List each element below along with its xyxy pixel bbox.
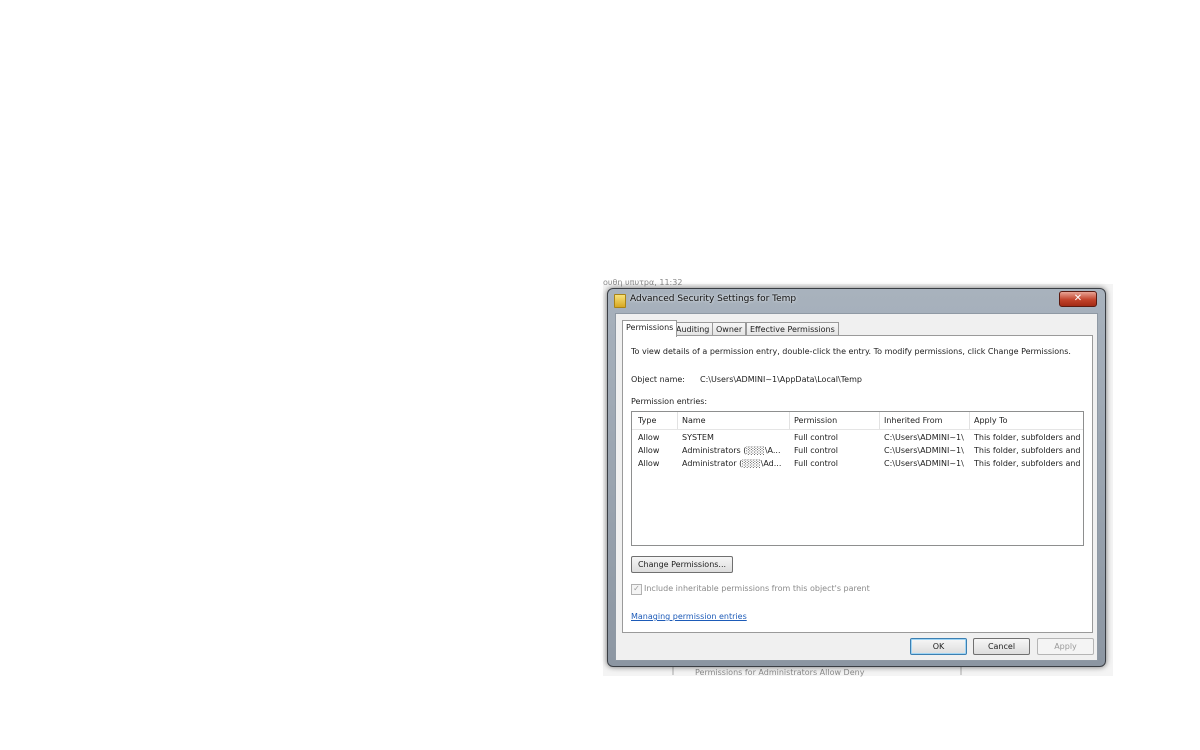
cell-permission: Full control — [794, 433, 838, 442]
column-divider[interactable] — [969, 412, 970, 429]
column-divider[interactable] — [879, 412, 880, 429]
dialog-body: Permissions Auditing Owner Effective Per… — [615, 313, 1098, 661]
tab-effective-permissions[interactable]: Effective Permissions — [746, 322, 839, 336]
column-divider[interactable] — [677, 412, 678, 429]
column-header-apply-to[interactable]: Apply To — [974, 416, 1080, 425]
list-header: Type Name Permission Inherited From Appl… — [632, 412, 1083, 430]
tab-permissions[interactable]: Permissions — [622, 320, 678, 337]
cell-permission: Full control — [794, 446, 838, 455]
info-text: To view details of a permission entry, d… — [631, 347, 1071, 356]
object-name-value: C:\Users\ADMINI~1\AppData\Local\Temp — [700, 375, 862, 384]
cell-name: SYSTEM — [682, 433, 714, 442]
apply-button[interactable]: Apply — [1037, 638, 1094, 655]
cell-type: Allow — [638, 433, 660, 442]
column-header-permission[interactable]: Permission — [794, 416, 878, 425]
object-name-label: Object name: — [631, 375, 685, 384]
managing-permissions-link[interactable]: Managing permission entries — [631, 612, 747, 621]
cell-name: Administrator (░░░\Ad... — [682, 459, 782, 468]
cell-inherited-from: C:\Users\ADMINI~1\ — [884, 459, 964, 468]
column-header-type[interactable]: Type — [638, 416, 676, 425]
column-header-inherited-from[interactable]: Inherited From — [884, 416, 968, 425]
cell-permission: Full control — [794, 459, 838, 468]
cell-name: Administrators (░░░\A... — [682, 446, 781, 455]
cell-type: Allow — [638, 446, 660, 455]
advanced-security-dialog: Advanced Security Settings for Temp ✕ Pe… — [607, 288, 1106, 667]
cell-apply-to: This folder, subfolders and... — [974, 433, 1080, 442]
cell-inherited-from: C:\Users\ADMINI~1\ — [884, 446, 964, 455]
column-header-name[interactable]: Name — [682, 416, 787, 425]
permission-entries-label: Permission entries: — [631, 397, 708, 406]
close-button[interactable]: ✕ — [1059, 291, 1097, 307]
table-row[interactable]: Allow Administrator (░░░\Ad... Full cont… — [632, 458, 1083, 471]
dialog-title: Advanced Security Settings for Temp — [630, 294, 797, 304]
background-timestamp: ουθη υπυτpα, 11:32 — [603, 278, 683, 287]
tab-auditing[interactable]: Auditing — [672, 322, 714, 336]
table-row[interactable]: Allow SYSTEM Full control C:\Users\ADMIN… — [632, 432, 1083, 445]
cancel-button[interactable]: Cancel — [973, 638, 1030, 655]
tab-owner[interactable]: Owner — [712, 322, 747, 336]
cell-type: Allow — [638, 459, 660, 468]
background-fragment: Permissions for Administrators Allow Den… — [695, 668, 865, 677]
column-divider[interactable] — [789, 412, 790, 429]
permissions-panel: To view details of a permission entry, d… — [622, 335, 1093, 633]
cell-apply-to: This folder, subfolders and... — [974, 459, 1080, 468]
change-permissions-button[interactable]: Change Permissions... — [631, 556, 733, 573]
cell-apply-to: This folder, subfolders and... — [974, 446, 1080, 455]
cell-inherited-from: C:\Users\ADMINI~1\ — [884, 433, 964, 442]
title-bar[interactable]: Advanced Security Settings for Temp ✕ — [608, 289, 1105, 311]
inherit-checkbox-label: Include inheritable permissions from thi… — [644, 584, 870, 593]
ok-button[interactable]: OK — [910, 638, 967, 655]
table-row[interactable]: Allow Administrators (░░░\A... Full cont… — [632, 445, 1083, 458]
permission-entries-list[interactable]: Type Name Permission Inherited From Appl… — [631, 411, 1084, 546]
folder-icon — [614, 294, 626, 308]
inherit-checkbox[interactable]: ✓ — [631, 584, 642, 595]
